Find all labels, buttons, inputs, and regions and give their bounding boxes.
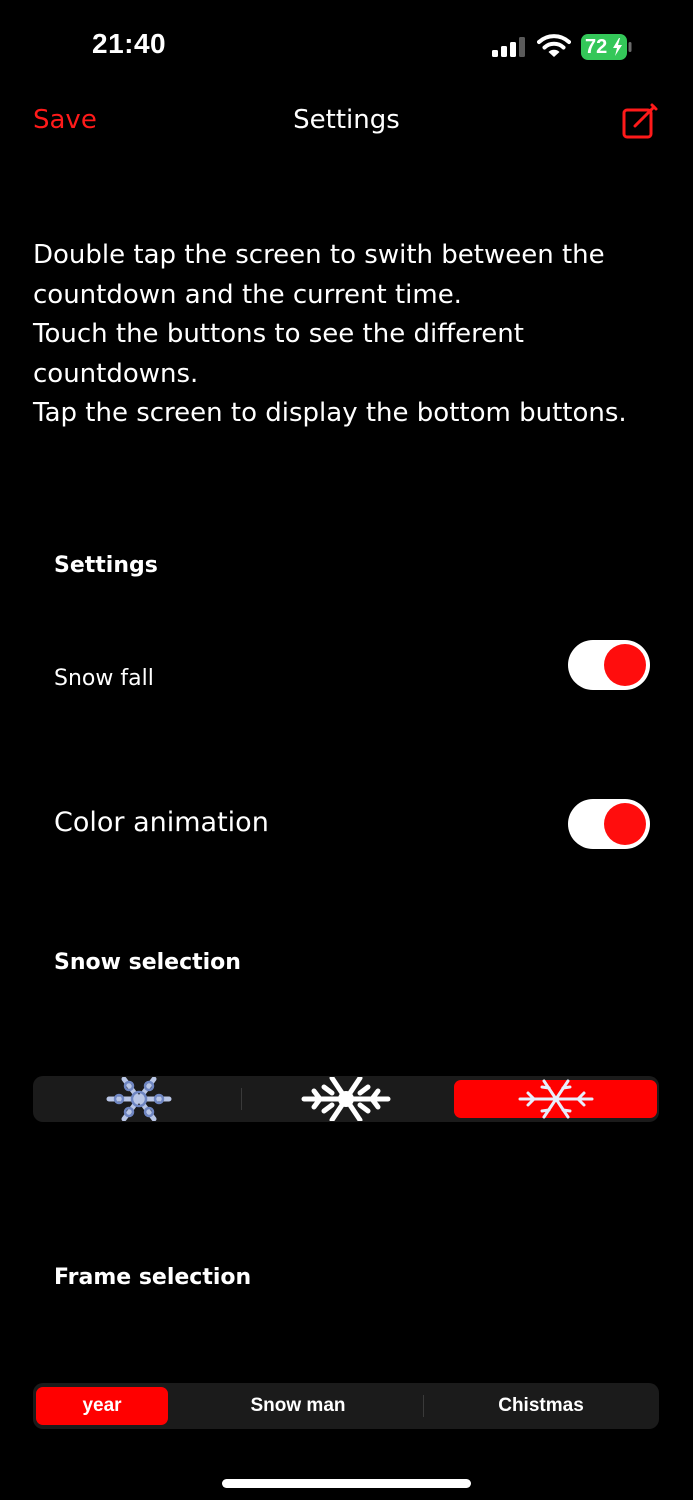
page-title: Settings bbox=[293, 105, 400, 135]
settings-section-title: Settings bbox=[54, 553, 158, 578]
color-animation-label: Color animation bbox=[54, 807, 269, 838]
battery-level: 72 bbox=[585, 36, 608, 58]
cellular-signal-icon bbox=[492, 37, 525, 57]
snowflake-light-icon bbox=[518, 1079, 593, 1119]
battery-indicator: 72 bbox=[581, 34, 633, 60]
frame-option-christmas[interactable]: Chistmas bbox=[425, 1387, 657, 1425]
toggle-knob bbox=[604, 803, 646, 845]
wifi-icon bbox=[537, 34, 571, 57]
snow-option-2[interactable] bbox=[244, 1077, 447, 1121]
compose-icon[interactable] bbox=[621, 102, 659, 140]
instruction-line: Tap the screen to display the bottom but… bbox=[33, 398, 627, 428]
snow-selection-control bbox=[33, 1076, 659, 1122]
snowflake-white-icon bbox=[301, 1077, 390, 1121]
snow-fall-toggle[interactable] bbox=[568, 640, 650, 690]
instruction-line: Touch the buttons to see the different bbox=[33, 319, 524, 349]
instruction-line: countdown and the current time. bbox=[33, 279, 462, 310]
frame-option-label: Snow man bbox=[250, 1395, 346, 1416]
frame-selection-title: Frame selection bbox=[54, 1265, 252, 1290]
frame-option-snow-man[interactable]: Snow man bbox=[173, 1387, 423, 1425]
frame-option-label: year bbox=[82, 1395, 122, 1416]
snow-option-1[interactable] bbox=[37, 1077, 240, 1121]
snowflake-blue-icon bbox=[106, 1077, 171, 1121]
frame-option-year[interactable]: year bbox=[36, 1387, 168, 1425]
status-time: 21:40 bbox=[92, 28, 167, 59]
frame-option-label: Chistmas bbox=[498, 1395, 584, 1416]
color-animation-toggle[interactable] bbox=[568, 799, 650, 849]
toggle-knob bbox=[604, 644, 646, 686]
frame-selection-control: year Snow man Chistmas bbox=[33, 1383, 659, 1429]
instruction-line: countdowns. bbox=[33, 358, 199, 389]
segment-divider bbox=[241, 1088, 242, 1110]
snow-selection-title: Snow selection bbox=[54, 950, 241, 975]
home-indicator[interactable] bbox=[222, 1479, 471, 1488]
snow-fall-label: Snow fall bbox=[54, 666, 154, 691]
snow-option-3[interactable] bbox=[454, 1079, 657, 1119]
instructions-text: Double tap the screen to swith between t… bbox=[33, 236, 673, 434]
instruction-line: Double tap the screen to swith between t… bbox=[33, 240, 605, 270]
segment-divider bbox=[423, 1395, 424, 1417]
